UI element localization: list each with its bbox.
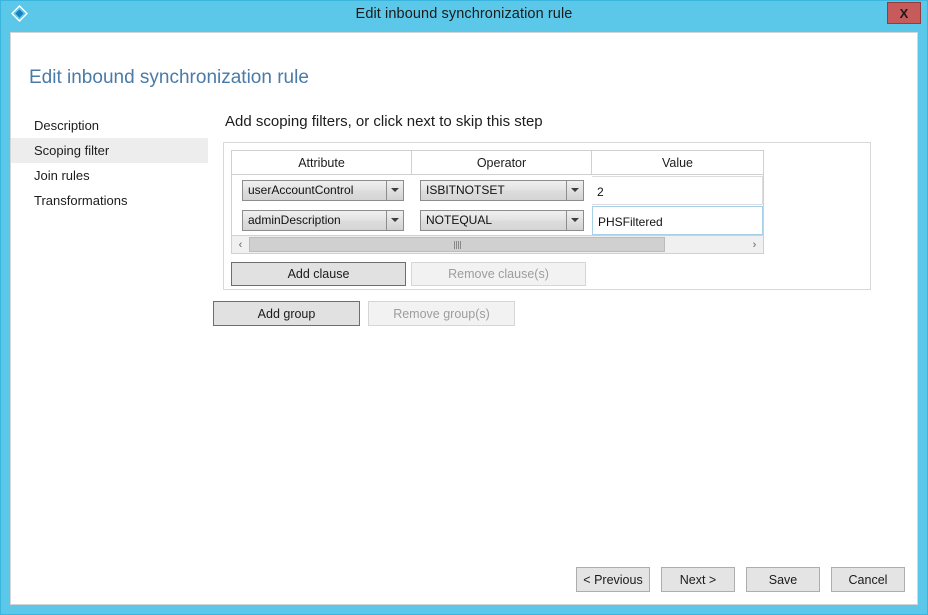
previous-button[interactable]: < Previous [576, 567, 650, 592]
main-pane: Add scoping filters, or click next to sk… [213, 113, 909, 326]
dialog-window: Edit inbound synchronization rule X Edit… [0, 0, 928, 615]
grid-horizontal-scrollbar[interactable]: ‹ › [231, 235, 764, 254]
add-group-button[interactable]: Add group [213, 301, 360, 326]
footer-button-bar: < Previous Next > Save Cancel [576, 567, 905, 592]
attribute-dropdown[interactable]: adminDescription [242, 209, 404, 231]
sidebar: Description Scoping filter Join rules Tr… [11, 113, 208, 213]
value-cell [592, 175, 763, 205]
dialog-client-area: Edit inbound synchronization rule Descri… [10, 32, 918, 605]
azure-diamond-icon [11, 5, 28, 22]
operator-cell: NOTEQUAL [412, 205, 592, 235]
column-header-value[interactable]: Value [592, 151, 763, 174]
attribute-cell: userAccountControl [232, 175, 412, 205]
table-row: adminDescription NOTEQUAL [232, 205, 763, 235]
remove-clause-button: Remove clause(s) [411, 262, 586, 286]
scrollbar-thumb[interactable] [249, 237, 665, 252]
save-button[interactable]: Save [746, 567, 820, 592]
attribute-dropdown-value: adminDescription [248, 213, 341, 227]
scroll-left-icon[interactable]: ‹ [232, 236, 249, 253]
next-button[interactable]: Next > [661, 567, 735, 592]
grid-header-row: Attribute Operator Value [232, 151, 763, 175]
grip-icon [453, 240, 461, 249]
attribute-dropdown[interactable]: userAccountControl [242, 179, 404, 201]
sidebar-item-transformations[interactable]: Transformations [11, 188, 208, 213]
sidebar-item-scoping-filter[interactable]: Scoping filter [11, 138, 208, 163]
group-button-bar: Add group Remove group(s) [213, 301, 909, 326]
operator-dropdown[interactable]: ISBITNOTSET [420, 179, 584, 201]
chevron-down-icon[interactable] [386, 180, 403, 200]
chevron-down-icon[interactable] [566, 180, 583, 200]
remove-group-button: Remove group(s) [368, 301, 515, 326]
clause-button-bar: Add clause Remove clause(s) [231, 262, 863, 286]
table-row: userAccountControl ISBITNOTSET [232, 175, 763, 205]
operator-cell: ISBITNOTSET [412, 175, 592, 205]
column-header-attribute[interactable]: Attribute [232, 151, 412, 174]
operator-dropdown-value: NOTEQUAL [426, 213, 493, 227]
scoping-group-panel: Attribute Operator Value userAccountCont… [223, 142, 871, 290]
value-input[interactable] [592, 175, 763, 205]
chevron-down-icon[interactable] [386, 210, 403, 230]
value-input[interactable] [592, 205, 763, 235]
step-heading: Add scoping filters, or click next to sk… [225, 113, 543, 130]
attribute-cell: adminDescription [232, 205, 412, 235]
chevron-down-icon[interactable] [566, 210, 583, 230]
scrollbar-track[interactable] [249, 236, 746, 253]
sidebar-item-join-rules[interactable]: Join rules [11, 163, 208, 188]
scoping-filter-grid: Attribute Operator Value userAccountCont… [231, 150, 764, 235]
sidebar-item-description[interactable]: Description [11, 113, 208, 138]
attribute-dropdown-value: userAccountControl [248, 183, 354, 197]
scroll-right-icon[interactable]: › [746, 236, 763, 253]
title-bar: Edit inbound synchronization rule X [1, 1, 927, 26]
add-clause-button[interactable]: Add clause [231, 262, 406, 286]
column-header-operator[interactable]: Operator [412, 151, 592, 174]
window-title: Edit inbound synchronization rule [355, 5, 573, 22]
cancel-button[interactable]: Cancel [831, 567, 905, 592]
close-icon[interactable]: X [887, 2, 921, 24]
operator-dropdown-value: ISBITNOTSET [426, 183, 505, 197]
value-cell [592, 205, 763, 235]
page-title: Edit inbound synchronization rule [29, 67, 309, 88]
operator-dropdown[interactable]: NOTEQUAL [420, 209, 584, 231]
